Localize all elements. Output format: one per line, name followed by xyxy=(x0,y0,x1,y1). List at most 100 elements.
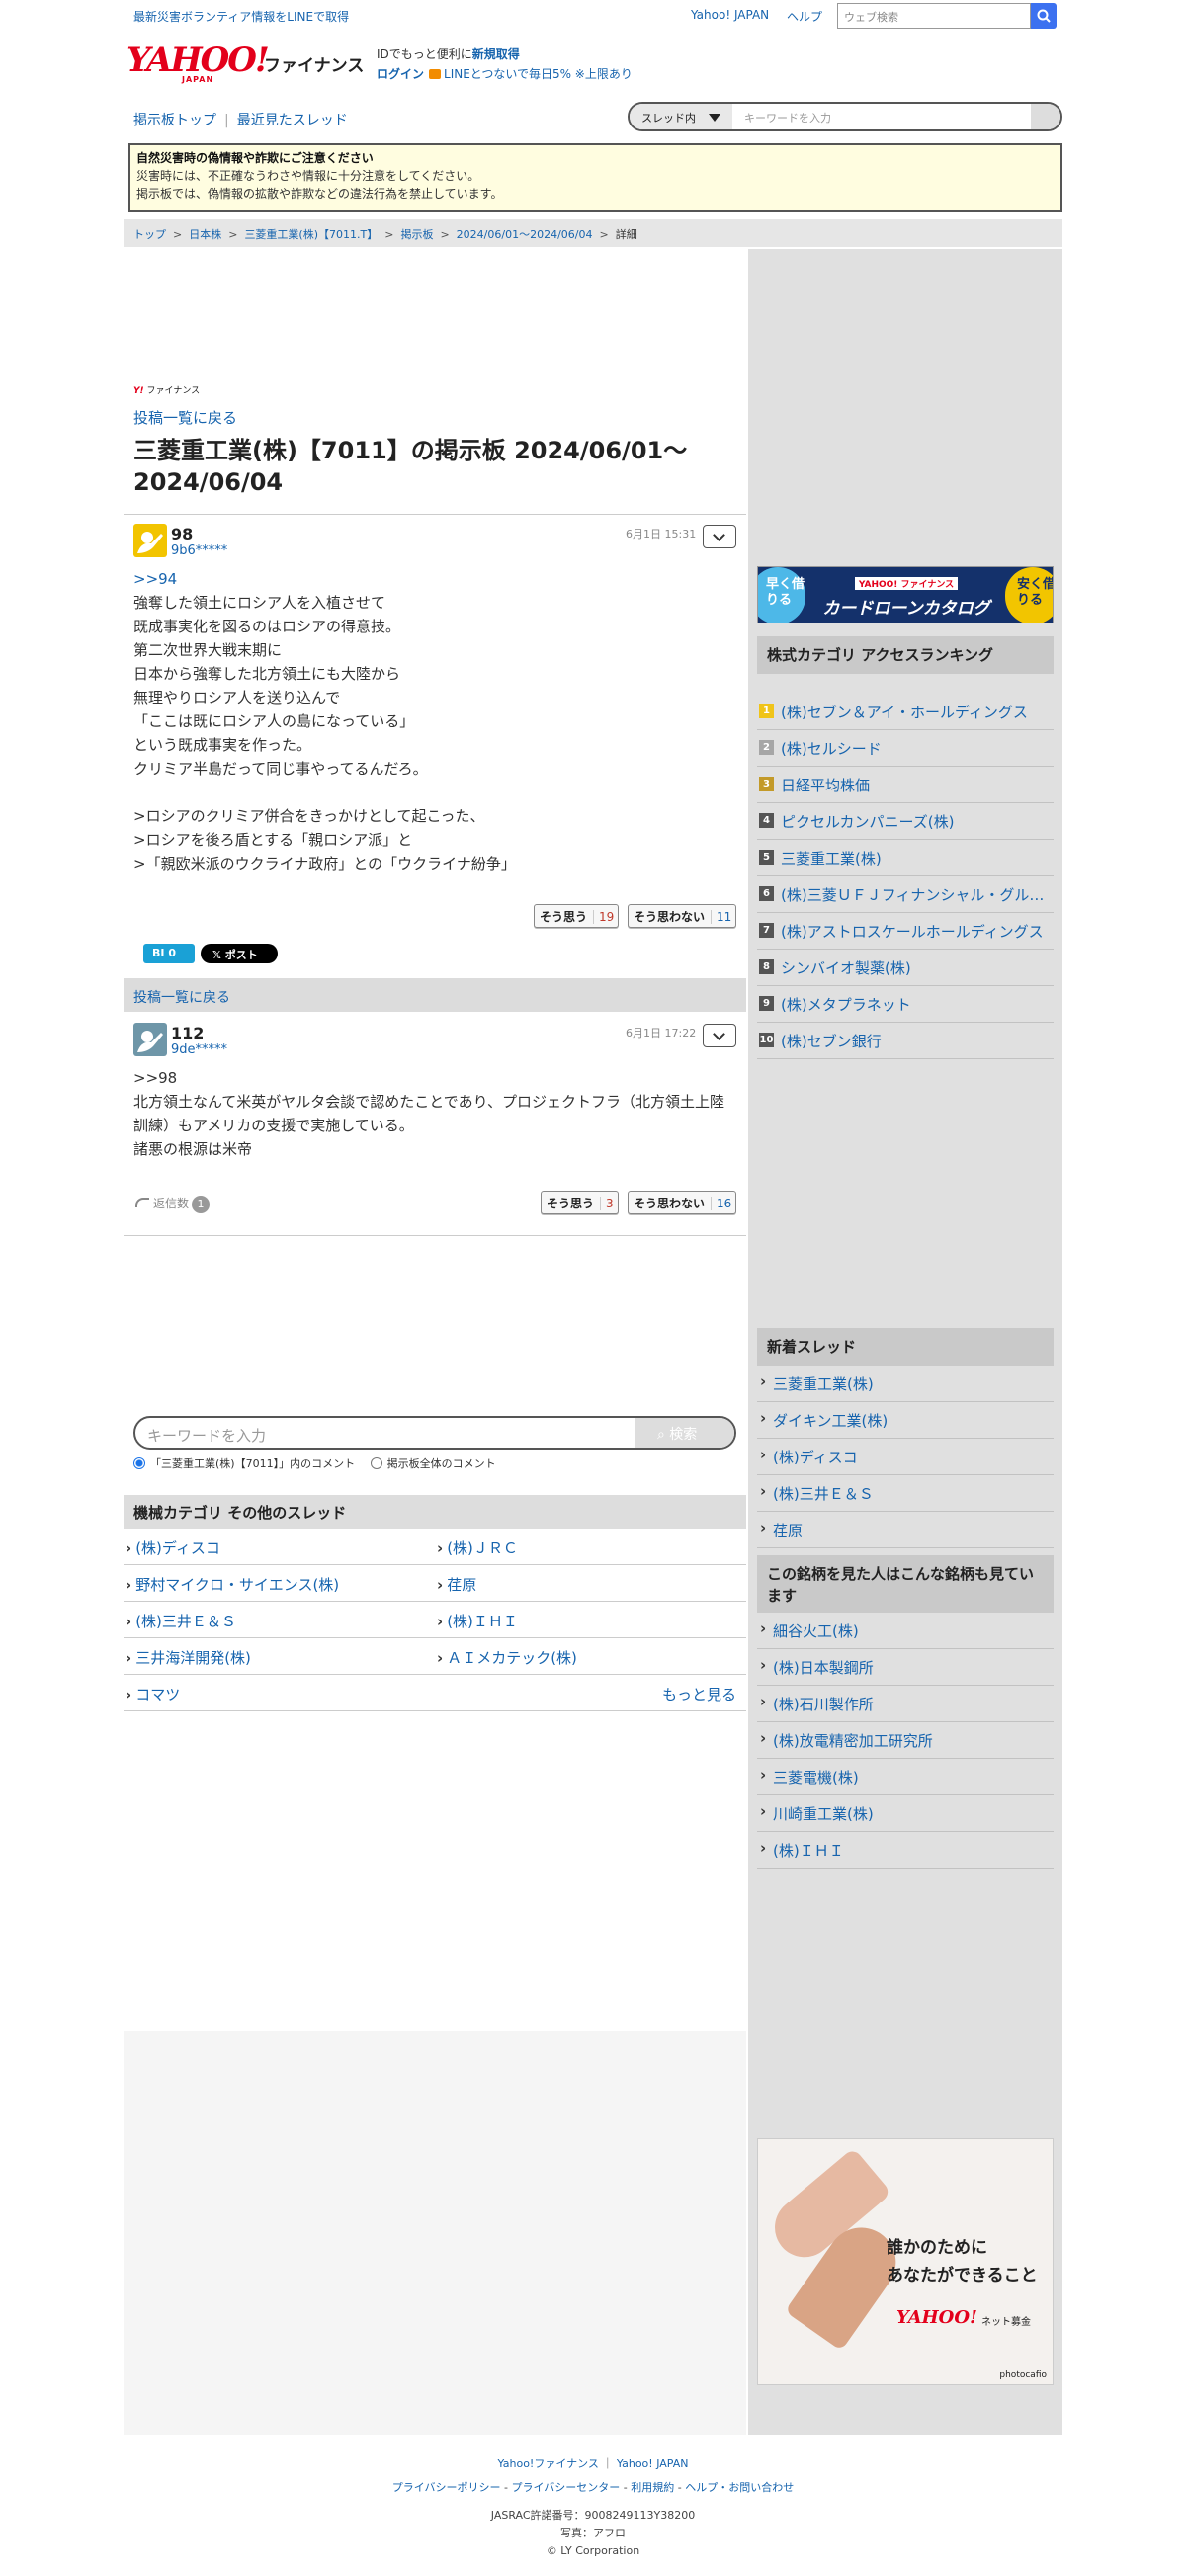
new-thread-item[interactable]: 荏原 xyxy=(757,1512,1054,1548)
post-menu-button[interactable] xyxy=(703,1024,736,1047)
ranking-link[interactable]: (株)セルシード xyxy=(781,738,1050,759)
search-scope-select[interactable]: スレッド内 xyxy=(630,104,732,129)
help-link[interactable]: ヘルプ xyxy=(787,8,822,25)
radio-thread[interactable] xyxy=(133,1457,145,1469)
reply-count[interactable]: 返信数 1 xyxy=(135,1195,211,1213)
also-viewed-link[interactable]: (株)日本製鋼所 xyxy=(773,1657,874,1678)
also-viewed-item[interactable]: 三菱電機(株) xyxy=(757,1759,1054,1795)
also-viewed-item[interactable]: (株)ＩＨＩ xyxy=(757,1832,1054,1869)
ranking-item[interactable]: 5 三菱重工業(株) xyxy=(757,840,1054,876)
new-thread-item[interactable]: 三菱重工業(株) xyxy=(757,1366,1054,1402)
also-viewed-item[interactable]: 川崎重工業(株) xyxy=(757,1795,1054,1832)
also-viewed-link[interactable]: 細谷火工(株) xyxy=(773,1620,859,1641)
new-thread-item[interactable]: (株)三井Ｅ＆Ｓ xyxy=(757,1475,1054,1512)
also-viewed-link[interactable]: (株)石川製作所 xyxy=(773,1694,874,1714)
board-top-link[interactable]: 掲示板トップ xyxy=(133,113,216,128)
yahoo-logo[interactable]: YAHOO! JAPAN xyxy=(127,43,270,84)
privacy-policy-link[interactable]: プライバシーポリシー xyxy=(392,2481,501,2494)
more-link[interactable]: もっと見る xyxy=(662,1684,736,1704)
yahoo-japan-link[interactable]: Yahoo! JAPAN xyxy=(691,8,769,22)
ranking-item[interactable]: 4 ピクセルカンパニーズ(株) xyxy=(757,803,1054,840)
new-thread-link[interactable]: ダイキン工業(株) xyxy=(773,1410,888,1431)
board-search-input[interactable]: キーワードを入力 xyxy=(744,110,831,125)
post-number[interactable]: 98 xyxy=(171,525,193,543)
post-user[interactable]: 9de***** xyxy=(171,1042,227,1057)
new-thread-link[interactable]: (株)三井Ｅ＆Ｓ xyxy=(773,1483,874,1504)
back-to-list-link[interactable]: 投稿一覧に戻る xyxy=(133,990,230,1006)
ranking-link[interactable]: (株)三菱ＵＦＪフィナンシャル・グループ xyxy=(781,884,1050,905)
ranking-item[interactable]: 3 日経平均株価 xyxy=(757,767,1054,803)
also-viewed-item[interactable]: (株)石川製作所 xyxy=(757,1686,1054,1722)
new-thread-item[interactable]: (株)ディスコ xyxy=(757,1439,1054,1475)
agree-button[interactable]: そう思う 19 xyxy=(534,904,620,928)
category-thread-link[interactable]: コマツ xyxy=(126,1684,180,1704)
help-contact-link[interactable]: ヘルプ・お問い合わせ xyxy=(685,2481,794,2494)
breadcrumb-jpstock[interactable]: 日本株 xyxy=(189,228,221,241)
breadcrumb-stock[interactable]: 三菱重工業(株)【7011.T】 xyxy=(244,228,378,241)
also-viewed-item[interactable]: 細谷火工(株) xyxy=(757,1613,1054,1649)
ranking-item[interactable]: 6 (株)三菱ＵＦＪフィナンシャル・グループ xyxy=(757,876,1054,913)
footer-finance-link[interactable]: Yahoo!ファイナンス xyxy=(498,2457,599,2470)
agree-button[interactable]: そう思う 3 xyxy=(541,1191,619,1214)
disagree-button[interactable]: そう思わない 16 xyxy=(628,1191,737,1214)
ranking-item[interactable]: 10 (株)セブン銀行 xyxy=(757,1023,1054,1059)
also-viewed-link[interactable]: 川崎重工業(株) xyxy=(773,1803,874,1824)
radio-thread-label[interactable]: 「三菱重工業(株)【7011】」内のコメント xyxy=(150,1457,355,1470)
ranking-item[interactable]: 8 シンバイオ製薬(株) xyxy=(757,950,1054,986)
reply-anchor-link[interactable]: >>94 xyxy=(133,567,736,591)
line-promo-link[interactable]: LINEとつないで毎日5% ※上限あり xyxy=(444,67,633,81)
ranking-link[interactable]: シンバイオ製薬(株) xyxy=(781,957,1050,978)
category-thread-link[interactable]: 荏原 xyxy=(437,1574,476,1595)
donation-ad[interactable]: 誰かのために あなたができること YAHOO! ネット募金 photocafio xyxy=(757,2138,1054,2385)
breadcrumb-top[interactable]: トップ xyxy=(133,228,166,241)
ranking-link[interactable]: (株)アストロスケールホールディングス xyxy=(781,921,1050,942)
new-thread-link[interactable]: (株)ディスコ xyxy=(773,1447,858,1467)
also-viewed-link[interactable]: (株)放電精密加工研究所 xyxy=(773,1730,933,1751)
web-search-button[interactable] xyxy=(1031,3,1057,29)
category-thread-link[interactable]: (株)ＩＨＩ xyxy=(437,1611,518,1631)
new-thread-link[interactable]: 荏原 xyxy=(773,1520,803,1540)
terms-link[interactable]: 利用規約 xyxy=(631,2481,674,2494)
ranking-item[interactable]: 7 (株)アストロスケールホールディングス xyxy=(757,913,1054,950)
keyword-search-input[interactable]: キーワードを入力 xyxy=(147,1425,266,1446)
keyword-search-button[interactable]: ⌕ 検索 xyxy=(635,1418,734,1448)
new-thread-item[interactable]: ダイキン工業(株) xyxy=(757,1402,1054,1439)
also-viewed-item[interactable]: (株)日本製鋼所 xyxy=(757,1649,1054,1686)
category-thread-link[interactable]: 三井海洋開発(株) xyxy=(126,1647,251,1668)
category-thread-link[interactable]: (株)ディスコ xyxy=(126,1537,220,1558)
category-thread-link[interactable]: (株)ＪＲＣ xyxy=(437,1537,518,1558)
breadcrumb-board[interactable]: 掲示板 xyxy=(400,228,433,241)
ranking-link[interactable]: ピクセルカンパニーズ(株) xyxy=(781,811,1050,832)
post-number[interactable]: 112 xyxy=(171,1024,204,1042)
also-viewed-item[interactable]: (株)放電精密加工研究所 xyxy=(757,1722,1054,1759)
register-link[interactable]: 新規取得 xyxy=(472,47,520,61)
category-thread-link[interactable]: 野村マイクロ・サイエンス(株) xyxy=(126,1574,339,1595)
ranking-item[interactable]: 2 (株)セルシード xyxy=(757,730,1054,767)
x-post-button[interactable]: 𝕏 ポスト xyxy=(201,944,278,963)
ranking-item[interactable]: 1 (株)セブン＆アイ・ホールディングス xyxy=(757,694,1054,730)
disagree-button[interactable]: そう思わない 11 xyxy=(628,904,737,928)
also-viewed-link[interactable]: 三菱電機(株) xyxy=(773,1767,859,1787)
radio-all-label[interactable]: 掲示板全体のコメント xyxy=(387,1457,496,1470)
privacy-center-link[interactable]: プライバシーセンター xyxy=(512,2481,621,2494)
radio-all[interactable] xyxy=(370,1457,382,1469)
ranking-link[interactable]: (株)メタプラネット xyxy=(781,994,1050,1015)
also-viewed-link[interactable]: (株)ＩＨＩ xyxy=(773,1840,844,1861)
ranking-link[interactable]: (株)セブン銀行 xyxy=(781,1031,1050,1051)
post-menu-button[interactable] xyxy=(703,525,736,548)
web-search-input[interactable]: ウェブ検索 xyxy=(837,3,1031,29)
bi-share-button[interactable]: BI 0 xyxy=(143,944,195,963)
ranking-item[interactable]: 9 (株)メタプラネット xyxy=(757,986,1054,1023)
category-thread-link[interactable]: ＡＩメカテック(株) xyxy=(437,1647,577,1668)
ranking-link[interactable]: (株)セブン＆アイ・ホールディングス xyxy=(781,702,1050,722)
category-thread-link[interactable]: (株)三井Ｅ＆Ｓ xyxy=(126,1611,236,1631)
back-to-list-link[interactable]: 投稿一覧に戻る xyxy=(133,407,237,428)
post-user[interactable]: 9b6***** xyxy=(171,543,227,558)
new-thread-link[interactable]: 三菱重工業(株) xyxy=(773,1373,874,1394)
recent-threads-link[interactable]: 最近見たスレッド xyxy=(237,113,348,128)
ranking-link[interactable]: 三菱重工業(株) xyxy=(781,848,1050,869)
disaster-line-link[interactable]: 最新災害ボランティア情報をLINEで取得 xyxy=(133,8,349,25)
ranking-link[interactable]: 日経平均株価 xyxy=(781,775,1050,795)
footer-yahoo-link[interactable]: Yahoo! JAPAN xyxy=(617,2457,689,2470)
card-loan-ad[interactable]: 早く借りる YAHOO! ファイナンス カードローンカタログ 安く借りる xyxy=(757,566,1054,623)
